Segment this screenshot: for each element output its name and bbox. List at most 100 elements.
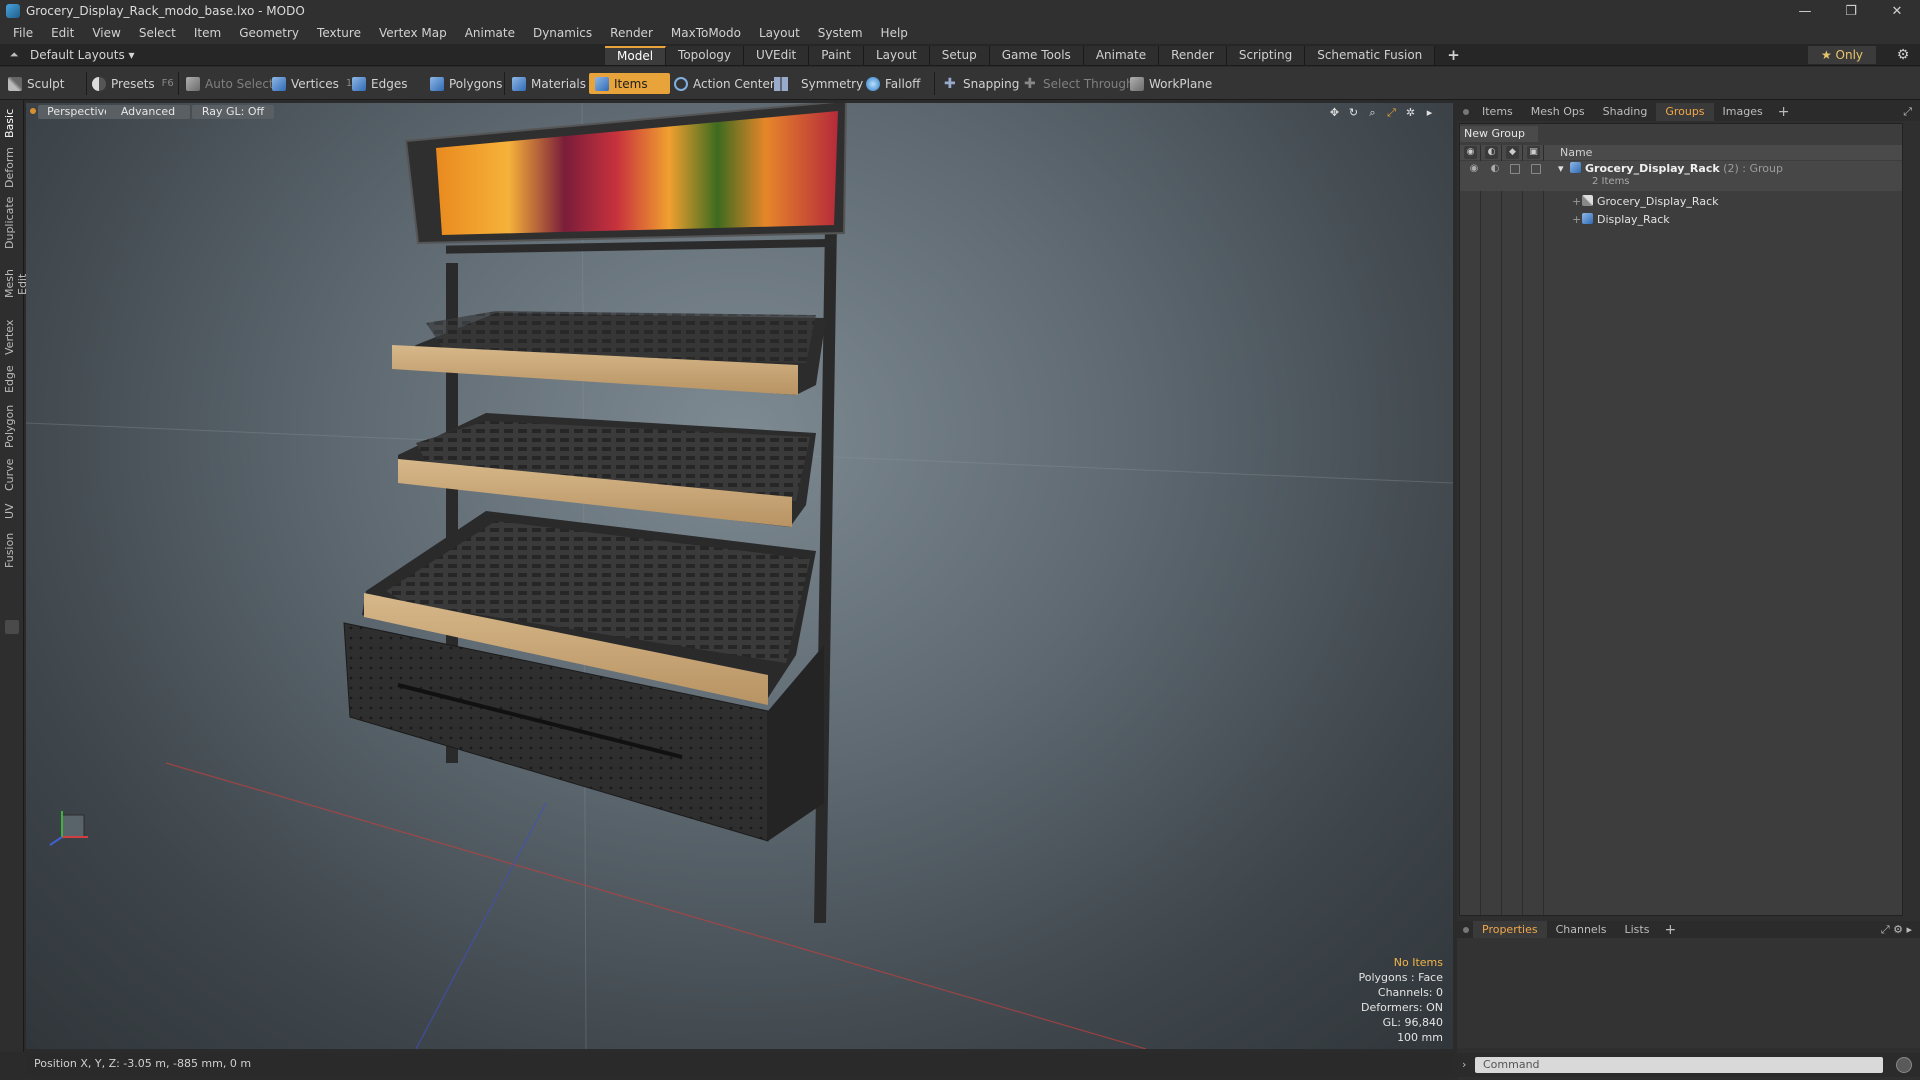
menu-help[interactable]: Help — [872, 22, 917, 44]
tab-channels[interactable]: Channels — [1547, 921, 1616, 939]
menu-geometry[interactable]: Geometry — [230, 22, 308, 44]
tab-lists[interactable]: Lists — [1616, 921, 1659, 939]
minimize-button[interactable]: — — [1782, 0, 1828, 22]
palette-tab-vertex[interactable]: Vertex — [3, 318, 21, 356]
add-tab-button[interactable]: + — [1435, 46, 1472, 65]
palette-tab-deform[interactable]: Deform — [3, 147, 21, 188]
pan-icon[interactable]: ✥ — [1327, 105, 1342, 120]
visibility-column-icon[interactable]: ◉ — [1464, 146, 1477, 159]
name-column-header[interactable]: Name — [1560, 145, 1592, 160]
lock-checkbox[interactable] — [1510, 164, 1520, 174]
menu-system[interactable]: System — [809, 22, 872, 44]
select-checkbox[interactable] — [1531, 164, 1541, 174]
tab-model[interactable]: Model — [605, 46, 667, 65]
maximize-button[interactable]: ❐ — [1828, 0, 1874, 22]
menu-texture[interactable]: Texture — [308, 22, 370, 44]
workplane-button[interactable]: WorkPlane — [1130, 73, 1212, 94]
tab-game-tools[interactable]: Game Tools — [989, 46, 1084, 65]
menu-vertex-map[interactable]: Vertex Map — [370, 22, 456, 44]
tree-row-child[interactable]: + Display_Rack — [1460, 212, 1902, 228]
fit-icon[interactable]: ⤢ — [1384, 105, 1399, 120]
viewport-scene[interactable] — [26, 103, 1453, 1049]
tab-images[interactable]: Images — [1714, 103, 1772, 121]
items-button[interactable]: Items — [589, 73, 670, 94]
menu-dynamics[interactable]: Dynamics — [524, 22, 601, 44]
menu-file[interactable]: File — [4, 22, 42, 44]
sculpt-button[interactable]: Sculpt — [8, 73, 64, 94]
menu-edit[interactable]: Edit — [42, 22, 83, 44]
eye-icon[interactable]: ◉ — [1468, 163, 1480, 175]
action-center-button[interactable]: Action Center — [674, 73, 775, 94]
lock-column-icon[interactable]: ◆ — [1506, 146, 1519, 159]
command-history-arrow[interactable]: › — [1462, 1057, 1466, 1073]
palette-toggle-button[interactable] — [5, 620, 19, 634]
select-through-button[interactable]: ✚ Select Through — [1024, 73, 1134, 94]
polygons-button[interactable]: Polygons — [430, 73, 502, 94]
tab-uvedit[interactable]: UVEdit — [744, 46, 810, 65]
tab-shading[interactable]: Shading — [1594, 103, 1657, 121]
viewport-menu-icon[interactable]: ▸ — [1422, 105, 1437, 120]
add-panel-tab-button[interactable]: + — [1772, 104, 1796, 120]
tab-properties[interactable]: Properties — [1473, 921, 1547, 939]
viewport-settings-icon[interactable]: ✲ — [1403, 105, 1418, 120]
render-column-icon[interactable]: ◐ — [1485, 146, 1498, 159]
tree-row-group[interactable]: ◉ ◐ ▾ Grocery_Display_Rack (2) : Group 2… — [1460, 161, 1902, 191]
render-toggle-icon[interactable]: ◐ — [1489, 163, 1501, 175]
rotate-icon[interactable]: ↻ — [1346, 105, 1361, 120]
menu-layout[interactable]: Layout — [750, 22, 809, 44]
menu-view[interactable]: View — [83, 22, 129, 44]
gear-icon[interactable]: ⚙ — [1894, 46, 1912, 64]
default-layouts-dropdown[interactable]: Default Layouts ▾ — [30, 48, 135, 62]
palette-tab-mesh-edit[interactable]: Mesh Edit — [3, 258, 29, 310]
palette-tab-basic[interactable]: Basic — [3, 106, 21, 140]
tree-row-child[interactable]: + Grocery_Display_Rack — [1460, 194, 1902, 210]
viewport-header: Perspective Advanced Ray GL: Off ✥ ↻ ⌕ ⤢… — [26, 103, 1453, 121]
properties-settings-icon[interactable]: ⤢ ⚙ ▸ — [1881, 921, 1912, 939]
record-macro-icon[interactable] — [1896, 1057, 1912, 1073]
tab-render[interactable]: Render — [1159, 46, 1227, 65]
tab-groups[interactable]: Groups — [1656, 103, 1714, 121]
presets-icon — [92, 76, 106, 91]
snapping-button[interactable]: ✚ Snapping — [944, 73, 1019, 94]
edges-button[interactable]: Edges 2 — [352, 73, 436, 94]
falloff-button[interactable]: Falloff — [866, 73, 920, 94]
palette-tab-edge[interactable]: Edge — [3, 364, 21, 394]
raygl-toggle[interactable]: Ray GL: Off — [192, 105, 274, 119]
symmetry-button[interactable]: Symmetry — [774, 73, 863, 94]
tab-paint[interactable]: Paint — [809, 46, 864, 65]
vertices-button[interactable]: Vertices 1 — [272, 73, 352, 94]
palette-tab-polygon[interactable]: Polygon — [3, 402, 21, 450]
tab-animate[interactable]: Animate — [1083, 46, 1160, 65]
palette-tab-fusion[interactable]: Fusion — [3, 530, 21, 570]
new-group-button[interactable]: New Group — [1460, 126, 1538, 142]
tab-schematic-fusion[interactable]: Schematic Fusion — [1305, 46, 1436, 65]
menu-animate[interactable]: Animate — [456, 22, 524, 44]
menu-item[interactable]: Item — [185, 22, 230, 44]
materials-button[interactable]: Materials — [512, 73, 586, 94]
menu-maxtomodo[interactable]: MaxToModo — [662, 22, 750, 44]
command-input[interactable]: Command — [1475, 1057, 1883, 1073]
tab-layout[interactable]: Layout — [863, 46, 930, 65]
only-toggle[interactable]: ★ Only — [1808, 46, 1876, 64]
layout-pin-icon[interactable]: ⏶ — [6, 47, 22, 63]
palette-tab-curve[interactable]: Curve — [3, 458, 21, 492]
menu-render[interactable]: Render — [601, 22, 662, 44]
palette-tab-uv[interactable]: UV — [3, 500, 21, 522]
zoom-icon[interactable]: ⌕ — [1365, 105, 1380, 120]
select-column-icon[interactable]: ▣ — [1527, 146, 1540, 159]
shading-dropdown[interactable]: Advanced — [106, 105, 190, 119]
palette-tab-duplicate[interactable]: Duplicate — [3, 196, 21, 250]
tab-topology[interactable]: Topology — [666, 46, 745, 65]
auto-select-button[interactable]: Auto Select — [186, 73, 274, 94]
presets-button[interactable]: Presets F6 — [92, 73, 174, 94]
tab-setup[interactable]: Setup — [929, 46, 990, 65]
tab-scripting[interactable]: Scripting — [1226, 46, 1306, 65]
menu-select[interactable]: Select — [130, 22, 185, 44]
tab-items-list[interactable]: Items — [1473, 103, 1522, 121]
expand-panel-icon[interactable]: ⤢ — [1903, 103, 1912, 121]
tab-mesh-ops[interactable]: Mesh Ops — [1522, 103, 1594, 121]
tree-expand-arrow[interactable]: ▾ — [1558, 161, 1564, 177]
close-button[interactable]: ✕ — [1874, 0, 1920, 22]
add-properties-tab-button[interactable]: + — [1658, 922, 1682, 938]
3d-viewport[interactable]: Perspective Advanced Ray GL: Off ✥ ↻ ⌕ ⤢… — [26, 103, 1453, 1049]
